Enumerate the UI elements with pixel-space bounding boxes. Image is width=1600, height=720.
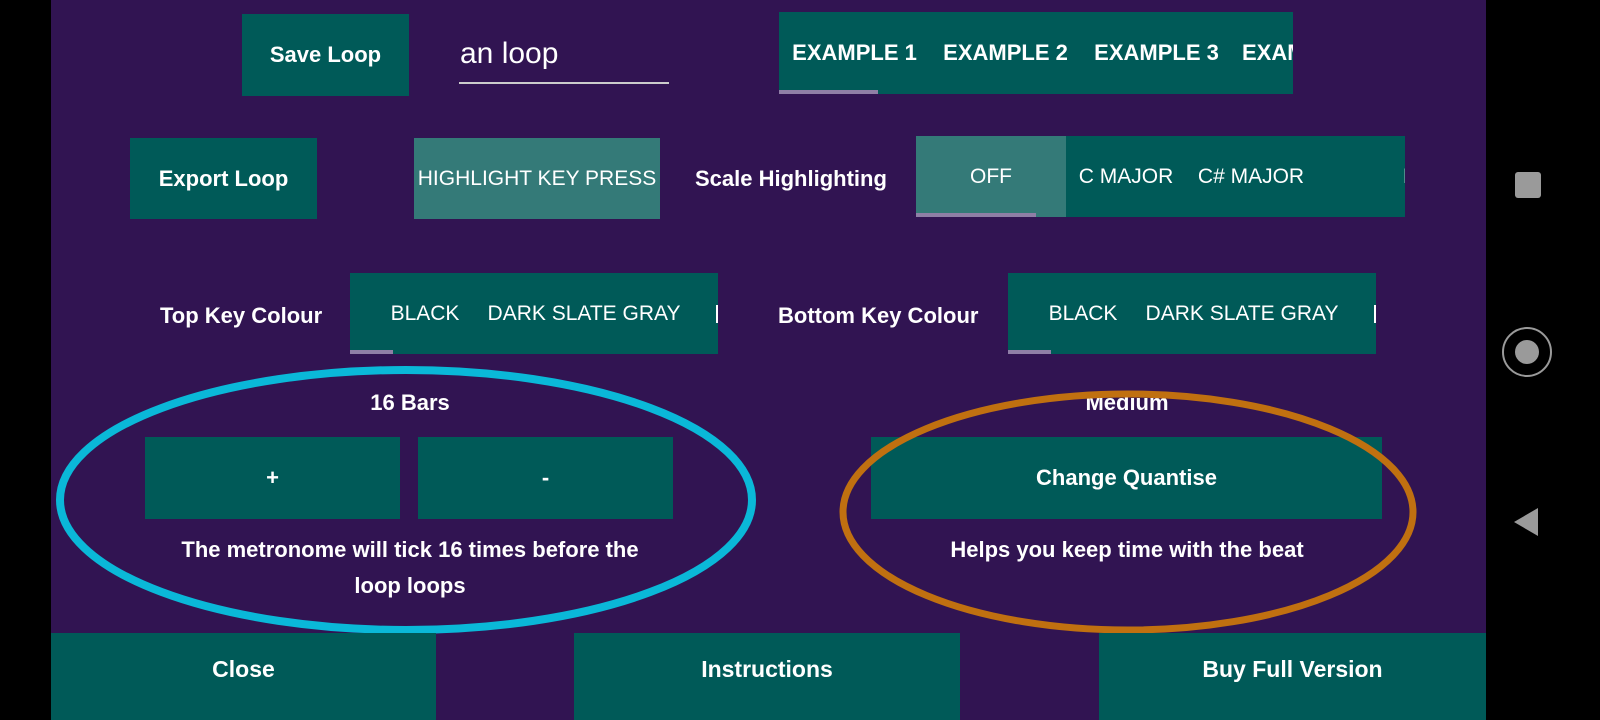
recents-icon[interactable] xyxy=(1515,172,1541,198)
instructions-button[interactable]: Instructions xyxy=(574,633,960,720)
settings-panel: Save Loop an loop EXAMPLE 1 EXAMPLE 2 EX… xyxy=(51,0,1486,720)
buy-full-version-button[interactable]: Buy Full Version xyxy=(1099,633,1486,720)
annotation-overlay xyxy=(56,366,1417,634)
orange-annotation-ellipse xyxy=(839,390,1417,634)
back-icon[interactable] xyxy=(1512,506,1540,538)
close-button[interactable]: Close xyxy=(51,633,436,720)
cyan-annotation-ellipse xyxy=(56,366,756,634)
home-icon[interactable] xyxy=(1502,327,1552,377)
